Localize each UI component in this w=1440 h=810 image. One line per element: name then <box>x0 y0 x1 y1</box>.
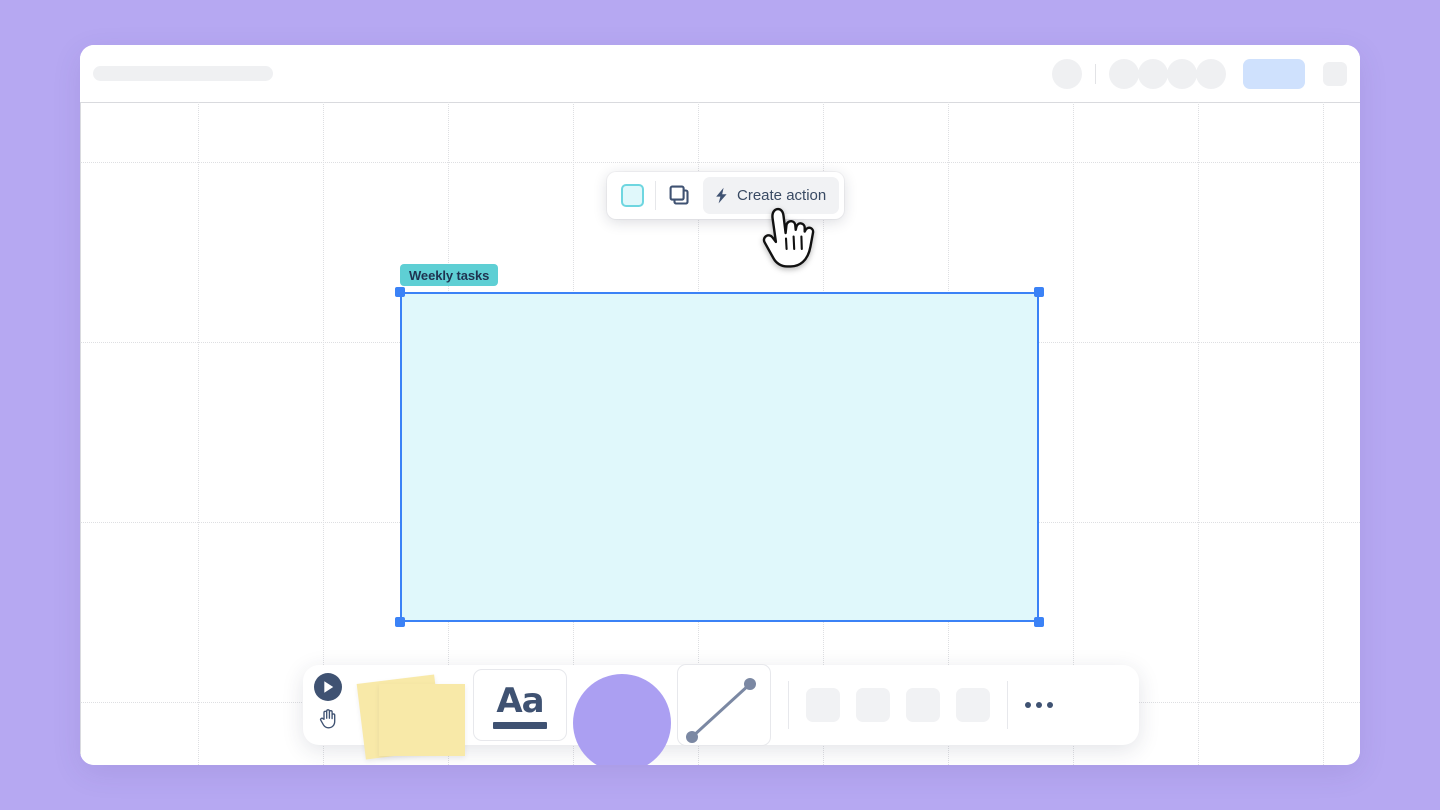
shape-label-weekly-tasks[interactable]: Weekly tasks <box>400 264 499 286</box>
tool-slot-1[interactable] <box>806 688 840 722</box>
header-divider <box>1095 63 1096 84</box>
selected-shape[interactable] <box>400 292 1039 622</box>
text-tool-label: Aa <box>496 680 544 721</box>
hand-tool-button[interactable] <box>317 708 339 730</box>
line-connector-icon <box>686 678 756 743</box>
text-tool-button[interactable]: Aa <box>473 669 567 741</box>
screenshot-root: Weekly tasks Create action Aa <box>0 0 1440 810</box>
collaborator-avatars <box>1109 58 1226 89</box>
share-button[interactable] <box>1243 58 1305 89</box>
tool-slot-4[interactable] <box>956 688 990 722</box>
avatar[interactable] <box>1196 58 1226 89</box>
tool-slot-2[interactable] <box>856 688 890 722</box>
shape-tool-button[interactable] <box>567 665 671 765</box>
avatar[interactable] <box>1109 58 1139 89</box>
navigation-tools <box>303 665 355 745</box>
toolbar-divider-right <box>1007 681 1008 729</box>
ellipsis-icon <box>1025 702 1031 708</box>
bottom-toolbar: Aa <box>303 664 1139 765</box>
app-header <box>80 45 1360 102</box>
duplicate-frame-button[interactable] <box>659 177 700 214</box>
duplicate-frame-icon <box>669 185 689 205</box>
circle-shape-icon <box>573 674 671 765</box>
tool-slot-3[interactable] <box>906 688 940 722</box>
create-action-button[interactable]: Create action <box>703 177 840 214</box>
gridline-vertical <box>198 102 199 765</box>
resize-handle-top-left[interactable] <box>395 287 405 297</box>
play-cursor-icon <box>323 681 333 693</box>
ellipsis-icon <box>1036 702 1042 708</box>
extra-tool-slots <box>806 688 990 722</box>
board-title-placeholder[interactable] <box>93 66 273 81</box>
text-underline <box>493 722 547 730</box>
text-icon: Aa <box>493 680 547 730</box>
resize-handle-bottom-left[interactable] <box>395 617 405 627</box>
sticky-notes-icon <box>379 684 465 756</box>
create-action-label: Create action <box>737 187 827 204</box>
avatar[interactable] <box>1138 58 1168 89</box>
header-actions <box>1052 45 1347 102</box>
fill-color-button[interactable] <box>612 177 652 214</box>
color-swatch-icon <box>620 184 644 207</box>
pointer-tool-button[interactable] <box>314 673 342 701</box>
ellipsis-icon <box>1047 702 1053 708</box>
avatar[interactable] <box>1167 58 1197 89</box>
sticky-note-tool-button[interactable] <box>355 665 471 760</box>
context-toolbar: Create action <box>607 172 845 219</box>
header-more-button[interactable] <box>1323 61 1347 86</box>
app-window: Weekly tasks Create action Aa <box>80 45 1360 765</box>
header-settings-circle[interactable] <box>1052 58 1082 89</box>
more-tools-button[interactable] <box>1025 702 1053 708</box>
lightning-bolt-icon <box>716 187 727 204</box>
resize-handle-top-right[interactable] <box>1034 287 1044 297</box>
gridline-vertical <box>1323 102 1324 765</box>
gridline-horizontal <box>80 162 1360 163</box>
connector-tool-button[interactable] <box>677 664 771 746</box>
resize-handle-bottom-right[interactable] <box>1034 617 1044 627</box>
context-toolbar-divider <box>655 181 656 210</box>
toolbar-divider-left <box>788 681 789 729</box>
gridline-vertical <box>1198 102 1199 765</box>
